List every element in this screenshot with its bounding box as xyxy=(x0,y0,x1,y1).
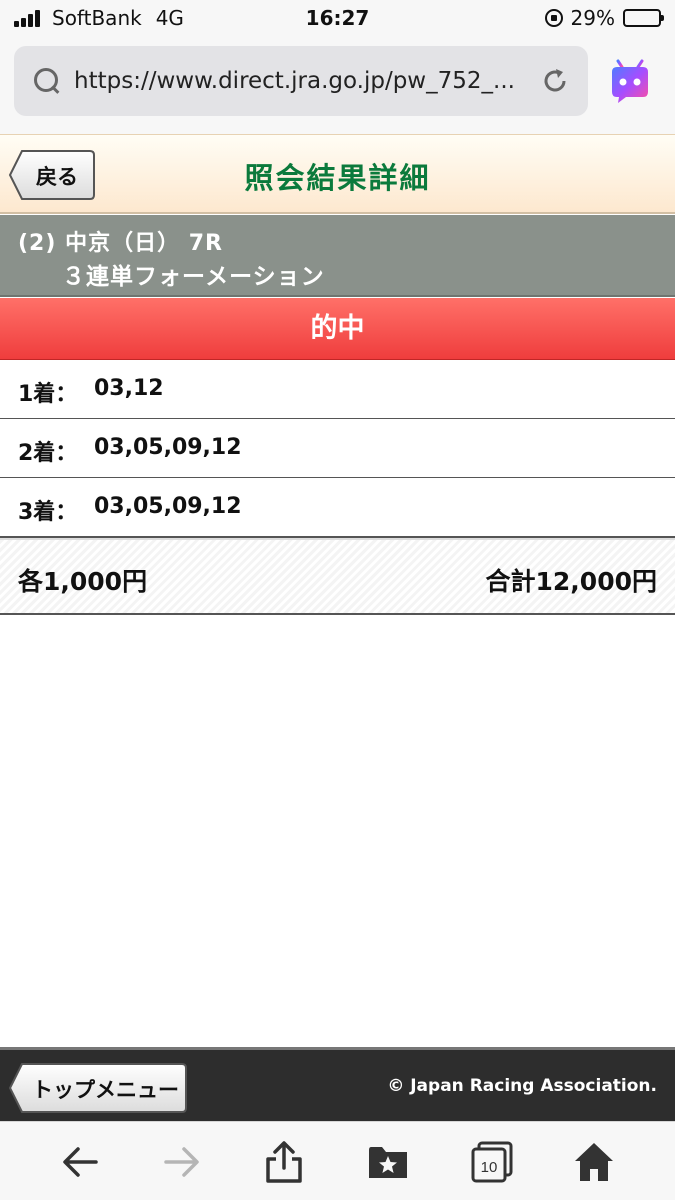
browser-toolbar: 10 xyxy=(0,1121,675,1200)
back-arrow-icon[interactable] xyxy=(58,1140,102,1184)
status-right: 29% xyxy=(544,6,664,30)
result-banner: 的中 xyxy=(0,298,675,360)
address-bar[interactable]: https://www.direct.jra.go.jp/pw_752_... xyxy=(14,46,588,116)
race-info: (2) 中京（日） 7R ３連単フォーメーション xyxy=(0,215,675,297)
pick-row-third: 3着： 03,05,09,12 xyxy=(0,478,675,538)
top-menu-button[interactable]: トップメニュー xyxy=(8,1062,188,1114)
rotation-lock-icon xyxy=(544,9,563,27)
page-title: 照会結果詳細 xyxy=(244,161,431,195)
pick-numbers: 03,05,09,12 xyxy=(94,494,242,519)
page-header: 戻る 照会結果詳細 xyxy=(0,134,675,214)
stake-total: 合計12,000円 xyxy=(485,567,657,596)
signal-strength-icon xyxy=(14,9,42,27)
pick-row-second: 2着： 03,05,09,12 xyxy=(0,419,675,479)
carrier-name: SoftBank xyxy=(52,6,142,30)
stake-summary: 各1,000円 合計12,000円 xyxy=(0,538,675,615)
tabs-icon[interactable]: 10 xyxy=(470,1140,514,1184)
bookmarks-icon[interactable] xyxy=(366,1140,410,1184)
race-venue: (2) 中京（日） 7R xyxy=(18,231,223,256)
battery-icon xyxy=(623,9,664,27)
page-footer: トップメニュー © Japan Racing Association. xyxy=(0,1047,675,1121)
copyright-text: © Japan Racing Association. xyxy=(387,1076,657,1096)
top-menu-label: トップメニュー xyxy=(32,1078,179,1102)
pick-label: 2着： xyxy=(18,441,78,466)
tab-count: 10 xyxy=(481,1159,498,1176)
network-type: 4G xyxy=(155,6,184,30)
status-left: SoftBank 4G xyxy=(14,6,184,30)
reload-icon[interactable] xyxy=(540,66,570,96)
status-bar: SoftBank 4G 16:27 29% xyxy=(0,0,675,36)
pick-numbers: 03,12 xyxy=(94,376,164,401)
bet-type: ３連単フォーメーション xyxy=(62,264,325,290)
battery-percent: 29% xyxy=(570,6,615,30)
search-icon xyxy=(32,66,62,96)
pick-label: 3着： xyxy=(18,500,78,525)
pick-label: 1着： xyxy=(18,382,78,407)
pick-row-first: 1着： 03,12 xyxy=(0,360,675,420)
browser-address-area: https://www.direct.jra.go.jp/pw_752_... xyxy=(0,36,675,134)
pick-numbers: 03,05,09,12 xyxy=(94,435,242,460)
stake-each: 各1,000円 xyxy=(18,567,148,596)
url-text: https://www.direct.jra.go.jp/pw_752_... xyxy=(74,68,514,94)
forward-arrow-icon[interactable] xyxy=(160,1140,204,1184)
assistant-bot-icon[interactable] xyxy=(606,58,654,106)
share-icon[interactable] xyxy=(262,1140,306,1184)
home-icon[interactable] xyxy=(572,1140,616,1184)
